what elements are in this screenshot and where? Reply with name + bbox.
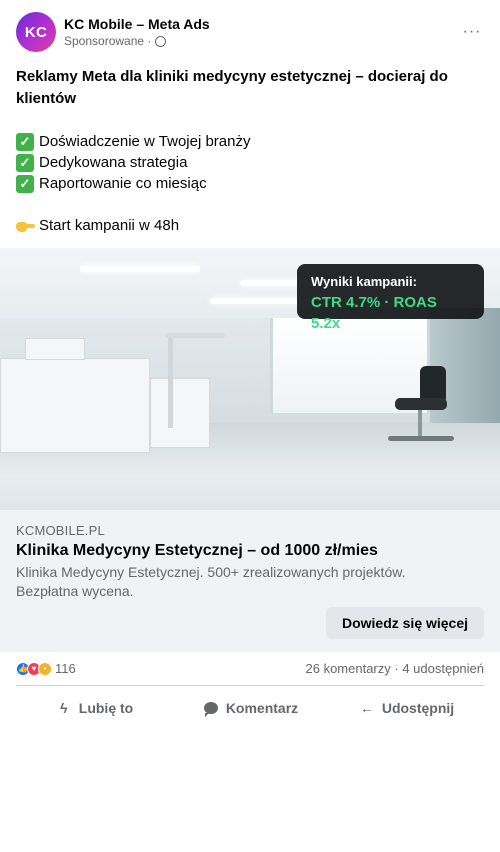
cta-line-label: Start kampanii w 48h bbox=[39, 217, 180, 234]
reactions-bar: 👍 ♥ • 116 26 komentarzy · 4 udostępnień bbox=[16, 652, 484, 686]
check-mark-button-icon: ✓ bbox=[16, 174, 34, 193]
share-label: Udostępnij bbox=[381, 700, 455, 716]
globe-icon bbox=[155, 35, 167, 47]
like-icon: ϟ bbox=[60, 700, 68, 716]
page-name[interactable]: KC Mobile – Meta Ads bbox=[64, 15, 210, 33]
sponsored-post: KC KC Mobile – Meta Ads Sponsorowane · ·… bbox=[0, 0, 500, 852]
reaction-summary[interactable]: 👍 ♥ • 116 bbox=[16, 661, 76, 676]
link-description: Klinika Medycyny Estetycznej. 500+ zreal… bbox=[16, 564, 406, 599]
sponsored-label: Sponsorowane · bbox=[64, 34, 152, 48]
cabinet bbox=[0, 358, 150, 453]
share-button[interactable]: ← Udostępnij bbox=[328, 690, 484, 726]
like-button[interactable]: ϟ Lubię to bbox=[16, 690, 172, 726]
reaction-count: 116 bbox=[55, 661, 76, 676]
campaign-results-badge: Wyniki kampanii: CTR 4.7% · ROAS 5.2x bbox=[297, 264, 484, 332]
checklist-item: ✓ Raportowanie co miesiąc bbox=[16, 173, 484, 194]
more-options-icon[interactable]: ··· bbox=[460, 20, 484, 44]
link-domain: KCMOBILE.PL bbox=[16, 523, 105, 538]
checklist-item-label: Doświadczenie w Twojej branży bbox=[39, 133, 251, 150]
comment-button[interactable]: Komentarz bbox=[172, 690, 328, 726]
post-text: Reklamy Meta dla kliniki medycyny estety… bbox=[16, 66, 484, 236]
results-title: Wyniki kampanii: bbox=[311, 274, 417, 289]
page-avatar[interactable]: KC bbox=[16, 12, 56, 52]
cabinet bbox=[150, 378, 210, 448]
chair-seat bbox=[395, 398, 447, 410]
learn-more-button[interactable]: Dowiedz się więcej bbox=[326, 607, 484, 639]
checklist-item: ✓ Dedykowana strategia bbox=[16, 152, 484, 173]
post-headline: Reklamy Meta dla kliniki medycyny estety… bbox=[16, 68, 448, 107]
check-mark-button-icon: ✓ bbox=[16, 153, 34, 172]
checklist-item-label: Raportowanie co miesiąc bbox=[39, 175, 207, 192]
link-preview[interactable]: KCMOBILE.PL Klinika Medycyny Estetycznej… bbox=[0, 510, 500, 652]
ceiling-light bbox=[80, 266, 200, 272]
action-bar: ϟ Lubię to Komentarz ← Udostępnij bbox=[16, 690, 484, 726]
like-label: Lubię to bbox=[78, 700, 134, 716]
results-value: CTR 4.7% · ROAS 5.2x bbox=[311, 294, 437, 332]
post-header: KC KC Mobile – Meta Ads Sponsorowane · ·… bbox=[16, 12, 484, 52]
chair-feet bbox=[388, 436, 454, 441]
backhand-index-pointing-right-icon bbox=[16, 219, 35, 233]
share-icon: ← bbox=[359, 700, 374, 716]
lamp-pole bbox=[168, 338, 173, 428]
comment-label: Komentarz bbox=[225, 700, 299, 716]
checklist-item: ✓ Doświadczenie w Twojej branży bbox=[16, 131, 484, 152]
chair-base bbox=[418, 410, 422, 438]
header-text: KC Mobile – Meta Ads Sponsorowane · bbox=[64, 15, 210, 49]
cabinet bbox=[25, 338, 85, 360]
comment-icon bbox=[202, 699, 220, 717]
check-mark-button-icon: ✓ bbox=[16, 132, 34, 151]
lamp-arm bbox=[165, 333, 225, 338]
cta-line: Start kampanii w 48h bbox=[16, 215, 484, 236]
comments-shares-count[interactable]: 26 komentarzy · 4 udostępnień bbox=[306, 661, 485, 676]
post-meta: Sponsorowane · bbox=[64, 33, 210, 49]
link-title[interactable]: Klinika Medycyny Estetycznej – od 1000 z… bbox=[16, 540, 484, 562]
checklist-item-label: Dedykowana strategia bbox=[39, 154, 188, 171]
wow-reaction-icon: • bbox=[38, 661, 52, 676]
